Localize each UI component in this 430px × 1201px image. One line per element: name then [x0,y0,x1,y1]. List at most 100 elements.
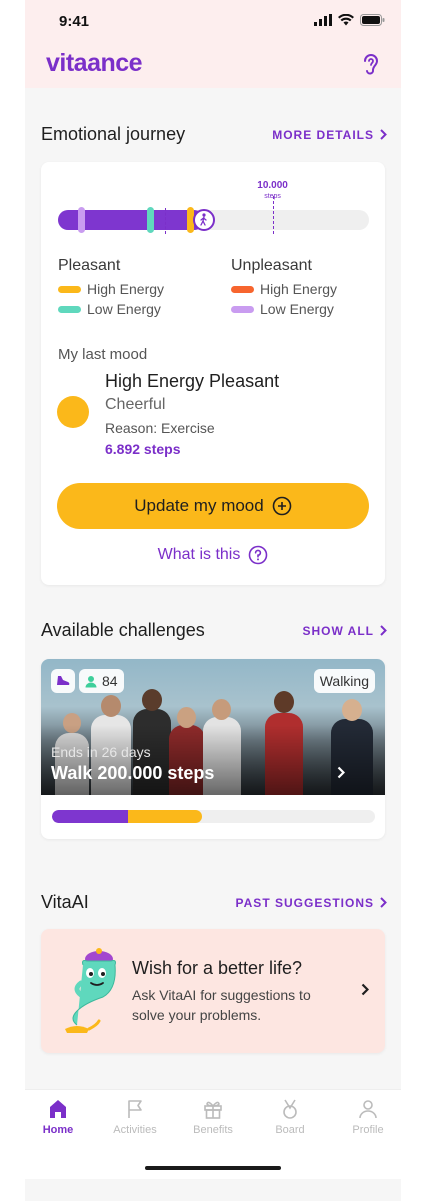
legend-item: High Energy [231,279,337,299]
goal-line [272,196,274,234]
photo-figure [274,691,294,713]
swatch-high-pleasant [58,285,81,293]
vitaai-card-description: Ask VitaAI for suggestions to solve your… [132,987,311,1023]
mood-reason: Reason: Exercise [105,420,215,436]
chevron-right-icon [337,766,345,779]
photo-figure [342,699,362,721]
challenge-ends: Ends in 26 days [51,744,151,760]
chevron-right-icon [380,129,387,140]
nav-label-profile: Profile [352,1124,384,1136]
mood-subtitle: Cheerful [105,396,166,413]
help-icon [249,545,268,565]
challenge-card[interactable]: 84 Walking Ends in 26 days Walk 200.000 … [41,659,385,839]
legend-pleasant: Pleasant High Energy Low Energy [58,257,164,319]
home-indicator [145,1166,281,1170]
legend-label: High Energy [260,281,338,297]
vitaai-card-title: Wish for a better life? [132,958,303,978]
legend-item: Low Energy [58,299,164,319]
battery-icon [360,14,385,26]
chevron-right-icon [380,625,387,636]
nav-item-profile[interactable]: Profile [338,1098,398,1136]
legend-label: Low Energy [260,301,334,317]
user-icon [85,675,97,687]
what-is-this-label: What is this [157,546,241,563]
challenge-tag-label: Walking [319,673,369,689]
nav-item-benefits[interactable]: Benefits [183,1098,243,1136]
photo-figure [101,695,121,717]
mood-marker-low-unpleasant [78,207,85,233]
mood-title: High Energy Pleasant [105,371,280,391]
challenge-progress [52,810,375,823]
walker-icon [193,209,216,231]
status-time: 9:41 [59,13,90,30]
photo-figure [212,699,231,720]
show-all-link[interactable]: SHOW ALL [302,624,387,638]
more-details-label: MORE DETAILS [272,127,374,142]
update-mood-button[interactable]: Update my mood [57,483,369,529]
update-mood-label: Update my mood [134,496,264,515]
journey-title: Emotional journey [41,124,186,144]
challenge-title: Walk 200.000 steps [51,763,215,783]
nav-item-board[interactable]: Board [260,1098,320,1136]
chevron-right-icon [361,983,369,996]
photo-gradient [41,725,385,795]
legend-item: High Energy [58,279,164,299]
flag-icon [128,1100,142,1118]
vitaai-section-header: VitaAI PAST SUGGESTIONS [41,892,387,913]
what-is-this-link[interactable]: What is this [41,545,385,565]
genie-illustration [65,948,116,1033]
nav-item-activities[interactable]: Activities [105,1098,165,1136]
shoe-icon [57,676,70,685]
wifi-icon [338,14,354,26]
swatch-low-unpleasant [231,305,254,313]
legend-unpleasant: Unpleasant High Energy Low Energy [231,257,337,319]
challenge-progress-yellow [127,810,203,823]
challenge-progress-purple [52,810,128,823]
chevron-right-icon [380,897,387,908]
nav-item-home[interactable]: Home [28,1098,88,1136]
home-icon [50,1100,66,1118]
challenge-tag: Walking [313,669,375,693]
top-header: 9:41 vitaance [25,0,401,88]
activity-type-badge [51,669,75,693]
past-suggestions-link[interactable]: PAST SUGGESTIONS [236,896,387,910]
nav-label-home: Home [42,1124,74,1136]
steps-progress-bar [58,207,369,234]
legend-item: Low Energy [231,299,337,319]
app-screen: 9:41 vitaance Emotional journey MORE DET… [25,0,401,1201]
status-icons [314,14,385,26]
participants-badge: 84 [79,669,124,693]
challenges-section-header: Available challenges SHOW ALL [41,620,387,641]
journey-card: 10.000 steps Pleasant High Energy Low En… [41,162,385,585]
legend-pleasant-heading: Pleasant [58,257,121,274]
mood-color-dot [57,396,89,428]
signal-icon [314,14,332,26]
legend-unpleasant-heading: Unpleasant [231,257,312,274]
swatch-low-pleasant [58,305,81,313]
challenges-title: Available challenges [41,620,205,640]
mood-marker-low-pleasant [147,207,154,233]
progress-dash [165,208,166,234]
plus-circle-icon [272,496,292,516]
last-mood-label: My last mood [58,346,148,363]
journey-section-header: Emotional journey MORE DETAILS [41,124,387,145]
vitaai-card[interactable]: Wish for a better life? Ask VitaAI for s… [41,929,385,1053]
ear-icon[interactable] [361,52,381,81]
past-suggestions-label: PAST SUGGESTIONS [235,895,374,910]
nav-label-benefits: Benefits [193,1124,233,1136]
nav-label-activities: Activities [113,1124,157,1136]
gift-icon [204,1101,222,1119]
more-details-link[interactable]: MORE DETAILS [272,128,387,142]
swatch-high-unpleasant [231,285,254,293]
show-all-label: SHOW ALL [302,623,374,638]
app-logo: vitaance [46,49,143,77]
nav-label-board: Board [275,1124,305,1136]
legend-label: Low Energy [87,301,161,317]
participants-count: 84 [102,673,118,689]
goal-value: 10.000 [257,180,288,191]
vitaai-title: VitaAI [41,892,89,912]
photo-figure [142,689,162,711]
medal-icon [283,1099,297,1119]
profile-icon [359,1100,377,1119]
mood-steps: 6.892 steps [105,441,181,457]
